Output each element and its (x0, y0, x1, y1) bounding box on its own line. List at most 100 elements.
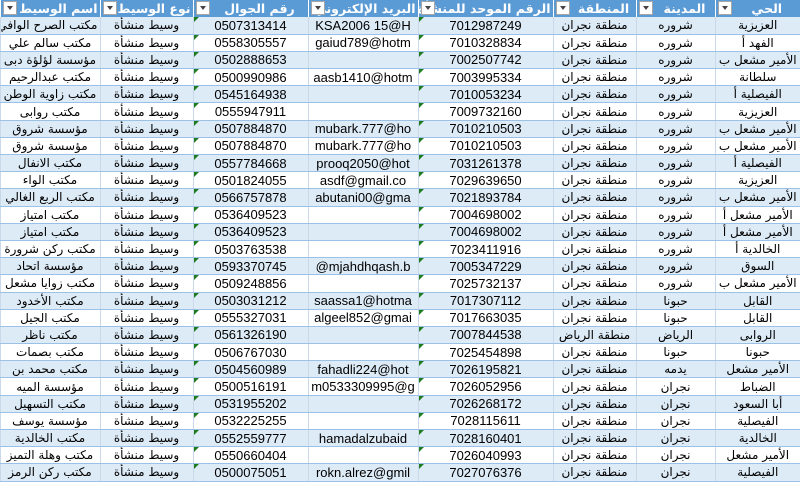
cell-region[interactable]: منطقة نجران (552, 292, 636, 310)
cell-mobile[interactable]: 0507884870 (192, 120, 308, 138)
cell-email[interactable] (307, 326, 418, 345)
cell-region[interactable]: منطقة نجران (552, 206, 636, 224)
cell-mobile[interactable]: 0557784668 (192, 154, 308, 173)
cell-unified-number[interactable]: 7023411916 (417, 240, 553, 259)
cell-email[interactable]: m0533309995@g (307, 377, 418, 396)
filter-dropdown-icon[interactable] (195, 1, 210, 15)
cell-district[interactable]: الأمير مشعل أ (714, 206, 800, 224)
cell-city[interactable]: الرياض (635, 326, 715, 345)
cell-broker-type[interactable]: وسيط منشأة (99, 223, 193, 241)
cell-email[interactable] (307, 51, 418, 70)
cell-city[interactable]: شروره (635, 102, 715, 121)
cell-city[interactable]: حبونا (635, 343, 715, 362)
cell-region[interactable]: منطقة نجران (552, 343, 636, 362)
cell-email[interactable]: KSA2006 15@H (307, 17, 418, 35)
cell-district[interactable]: الأمير مشعل ب (714, 274, 800, 293)
filter-dropdown-icon[interactable] (310, 1, 325, 15)
cell-city[interactable]: شروره (635, 171, 715, 190)
cell-region[interactable]: منطقة نجران (552, 51, 636, 70)
cell-region[interactable]: منطقة نجران (552, 154, 636, 173)
cell-broker-type[interactable]: وسيط منشأة (99, 412, 193, 431)
cell-broker-type[interactable]: وسيط منشأة (99, 309, 193, 327)
cell-email[interactable]: aasb1410@hotm (307, 68, 418, 87)
cell-unified-number[interactable]: 7025454898 (417, 343, 553, 362)
cell-unified-number[interactable]: 7029639650 (417, 171, 553, 190)
cell-broker-name[interactable]: مكتب روابى (0, 102, 100, 121)
cell-region[interactable]: منطقة نجران (552, 223, 636, 241)
cell-city[interactable]: شروره (635, 206, 715, 224)
cell-broker-type[interactable]: وسيط منشأة (99, 395, 193, 413)
cell-broker-type[interactable]: وسيط منشأة (99, 34, 193, 52)
cell-broker-type[interactable]: وسيط منشأة (99, 17, 193, 35)
cell-mobile[interactable]: 0545164938 (192, 85, 308, 104)
cell-region[interactable]: منطقة نجران (552, 137, 636, 156)
cell-unified-number[interactable]: 7028115611 (417, 412, 553, 431)
cell-district[interactable]: الفيصلية (714, 412, 800, 431)
cell-mobile[interactable]: 0507313414 (192, 17, 308, 35)
cell-district[interactable]: الفيصلية أ (714, 85, 800, 104)
cell-email[interactable]: abutani00@gma (307, 188, 418, 207)
cell-mobile[interactable]: 0558305557 (192, 34, 308, 52)
cell-email[interactable] (307, 412, 418, 431)
cell-broker-type[interactable]: وسيط منشأة (99, 154, 193, 173)
cell-district[interactable]: الروابى (714, 326, 800, 345)
cell-district[interactable]: العزيزية (714, 17, 800, 35)
cell-unified-number[interactable]: 7004698002 (417, 223, 553, 241)
cell-mobile[interactable]: 0566757878 (192, 188, 308, 207)
cell-district[interactable]: القابل (714, 292, 800, 310)
cell-region[interactable]: منطقة نجران (552, 120, 636, 138)
cell-email[interactable]: algeel852@gmai (307, 309, 418, 327)
cell-broker-name[interactable]: مكتب وهلة التميز (0, 446, 100, 465)
cell-broker-type[interactable]: وسيط منشأة (99, 171, 193, 190)
cell-district[interactable]: أبا السعود (714, 395, 800, 413)
cell-email[interactable] (307, 395, 418, 413)
cell-mobile[interactable]: 0531955202 (192, 395, 308, 413)
cell-region[interactable]: منطقة نجران (552, 395, 636, 413)
cell-district[interactable]: الأمير مشعل (714, 446, 800, 465)
cell-broker-name[interactable]: مؤسسة شروق (0, 137, 100, 156)
cell-broker-name[interactable]: مكتب محمد بن (0, 360, 100, 379)
cell-region[interactable]: منطقة نجران (552, 85, 636, 104)
cell-email[interactable] (307, 102, 418, 121)
cell-broker-name[interactable]: مكتب زوايا مشعل (0, 274, 100, 293)
cell-mobile[interactable]: 0555947911 (192, 102, 308, 121)
cell-email[interactable] (307, 240, 418, 259)
cell-email[interactable] (307, 85, 418, 104)
cell-broker-type[interactable]: وسيط منشأة (99, 257, 193, 276)
cell-mobile[interactable]: 0500075051 (192, 463, 308, 482)
cell-city[interactable]: شروره (635, 223, 715, 241)
cell-city[interactable]: حبونا (635, 309, 715, 327)
cell-unified-number[interactable]: 7026195821 (417, 360, 553, 379)
cell-district[interactable]: الأمير مشعل (714, 360, 800, 379)
cell-city[interactable]: شروره (635, 17, 715, 35)
filter-dropdown-icon[interactable] (717, 1, 732, 15)
cell-mobile[interactable]: 0509248856 (192, 274, 308, 293)
cell-broker-name[interactable]: مكتب عبدالرحيم (0, 68, 100, 87)
cell-district[interactable]: السوق (714, 257, 800, 276)
cell-district[interactable]: الأمير مشعل ب (714, 120, 800, 138)
cell-region[interactable]: منطقة نجران (552, 102, 636, 121)
cell-mobile[interactable]: 0502888653 (192, 51, 308, 70)
cell-region[interactable]: منطقة نجران (552, 68, 636, 87)
cell-broker-name[interactable]: مؤسسة يوسف (0, 412, 100, 431)
cell-email[interactable]: asdf@gmail.co (307, 171, 418, 190)
cell-email[interactable]: prooq2050@hot (307, 154, 418, 173)
cell-broker-name[interactable]: مكتب الصرح الوافي (0, 17, 100, 35)
cell-email[interactable]: mubark.777@ho (307, 120, 418, 138)
cell-email[interactable]: mubark.777@ho (307, 137, 418, 156)
cell-broker-type[interactable]: وسيط منشأة (99, 85, 193, 104)
cell-region[interactable]: منطقة نجران (552, 17, 636, 35)
cell-city[interactable]: نجران (635, 463, 715, 482)
cell-email[interactable]: fahadli224@hot (307, 360, 418, 379)
cell-unified-number[interactable]: 7010210503 (417, 137, 553, 156)
cell-region[interactable]: منطقة نجران (552, 34, 636, 52)
cell-city[interactable]: شروره (635, 274, 715, 293)
cell-city[interactable]: يدمه (635, 360, 715, 379)
cell-broker-type[interactable]: وسيط منشأة (99, 429, 193, 448)
cell-broker-name[interactable]: مؤسسة شروق (0, 120, 100, 138)
cell-broker-type[interactable]: وسيط منشأة (99, 274, 193, 293)
cell-broker-type[interactable]: وسيط منشأة (99, 343, 193, 362)
cell-region[interactable]: منطقة نجران (552, 171, 636, 190)
cell-mobile[interactable]: 0500516191 (192, 377, 308, 396)
cell-unified-number[interactable]: 7010053234 (417, 85, 553, 104)
